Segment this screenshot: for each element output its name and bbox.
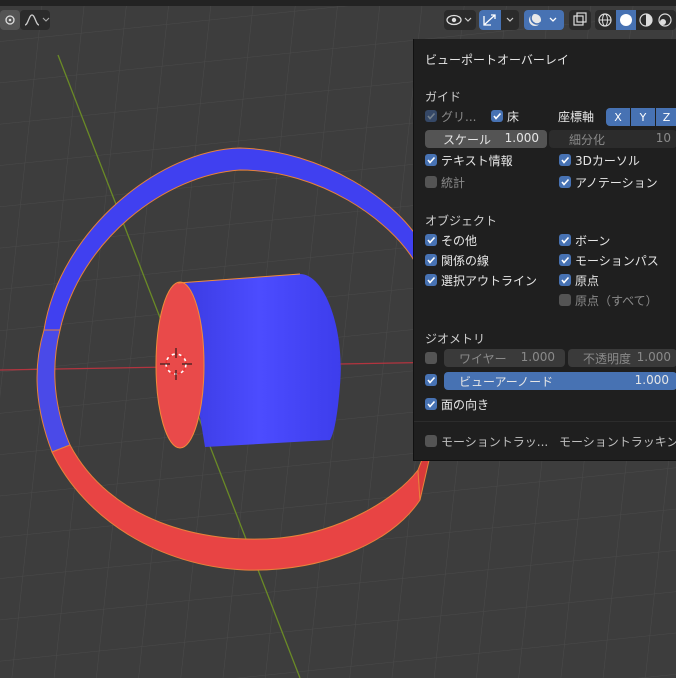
visibility-dropdown[interactable] — [444, 10, 476, 30]
origins-all-label: 原点（すべて） — [575, 294, 658, 308]
material-shading-icon — [639, 13, 653, 27]
wireframe-value: 1.000 — [520, 350, 555, 364]
scale-label: スケール — [443, 133, 492, 147]
floor-label: 床 — [507, 110, 520, 124]
annotations-label: アノテーション — [575, 176, 658, 190]
geometry-heading: ジオメトリ — [425, 332, 486, 346]
grid-label: グリ... — [441, 110, 477, 124]
guides-heading: ガイド — [425, 90, 462, 104]
workspace-tabs-bar — [0, 0, 676, 6]
viewer-node-label: ビューアーノード — [459, 375, 554, 389]
wireframe-shading-icon — [598, 13, 612, 27]
bones-checkbox[interactable] — [559, 234, 571, 246]
subdivisions-label: 細分化 — [569, 133, 606, 147]
face-orientation-checkbox[interactable] — [425, 398, 437, 410]
wireframe-opacity-label: 不透明度 — [583, 352, 632, 366]
grid-checkbox[interactable] — [425, 110, 437, 122]
motion-tracking-header[interactable]: モーショントラッキング — [559, 433, 676, 450]
falloff-dropdown[interactable] — [20, 10, 50, 30]
relationship-lines-checkbox[interactable] — [425, 254, 437, 266]
origins-all-checkbox[interactable] — [559, 294, 571, 306]
relationship-lines-label: 関係の線 — [441, 254, 490, 268]
scale-field[interactable]: スケール 1.000 — [425, 130, 547, 148]
wireframe-opacity-value: 1.000 — [636, 350, 671, 364]
rendered-shading-icon — [658, 13, 672, 27]
subdivisions-value: 10 — [655, 131, 671, 145]
face-orientation-label: 面の向き — [441, 398, 490, 412]
motion-paths-checkbox[interactable] — [559, 254, 571, 266]
viewer-node-value: 1.000 — [634, 373, 669, 387]
gizmo-dropdown[interactable] — [479, 10, 519, 30]
axis-z-toggle[interactable]: Z — [656, 108, 676, 126]
panel-title: ビューポートオーバーレイ — [425, 53, 569, 67]
floor-checkbox[interactable] — [491, 110, 503, 122]
statistics-label: 統計 — [441, 176, 466, 190]
solid-shading-icon — [620, 14, 632, 26]
xray-toggle[interactable] — [569, 10, 591, 30]
wireframe-field[interactable]: ワイヤー 1.000 — [444, 349, 565, 367]
objects-heading: オブジェクト — [425, 214, 498, 228]
annotations-checkbox[interactable] — [559, 176, 571, 188]
wireframe-checkbox[interactable] — [425, 352, 437, 364]
motion-tracking-label: モーショントラッ... — [441, 435, 549, 449]
cylinder-object[interactable] — [155, 273, 341, 449]
shading-buttons[interactable] — [595, 10, 676, 30]
3d-cursor-label: 3Dカーソル — [575, 154, 640, 168]
overlays-dropdown[interactable] — [524, 10, 564, 30]
divider — [414, 421, 676, 422]
axes-label: 座標軸 — [558, 110, 595, 124]
subdivisions-field[interactable]: 細分化 10 — [549, 130, 676, 148]
extras-checkbox[interactable] — [425, 234, 437, 246]
axis-x-toggle[interactable]: X — [606, 108, 630, 126]
statistics-checkbox[interactable] — [425, 176, 437, 188]
viewport-overlays-panel: ビューポートオーバーレイ ガイド グリ... 床 座標軸 X Y Z スケール … — [413, 39, 676, 461]
origins-checkbox[interactable] — [559, 274, 571, 286]
text-info-label: テキスト情報 — [441, 154, 513, 168]
scale-value: 1.000 — [504, 131, 539, 145]
3d-cursor-checkbox[interactable] — [559, 154, 571, 166]
wireframe-label: ワイヤー — [459, 352, 507, 366]
extras-label: その他 — [441, 234, 478, 248]
text-info-checkbox[interactable] — [425, 154, 437, 166]
motion-paths-label: モーションパス — [575, 254, 659, 268]
origins-label: 原点 — [575, 274, 600, 288]
axis-y-toggle[interactable]: Y — [631, 108, 655, 126]
outline-selected-checkbox[interactable] — [425, 274, 437, 286]
bones-label: ボーン — [575, 234, 611, 248]
viewer-node-checkbox[interactable] — [425, 374, 437, 386]
viewer-node-field[interactable]: ビューアーノード 1.000 — [444, 372, 676, 390]
outline-selected-label: 選択アウトライン — [441, 274, 538, 288]
mode-icon[interactable] — [0, 10, 20, 30]
motion-tracking-checkbox[interactable] — [425, 435, 437, 447]
wireframe-opacity-field[interactable]: 不透明度 1.000 — [568, 349, 676, 367]
